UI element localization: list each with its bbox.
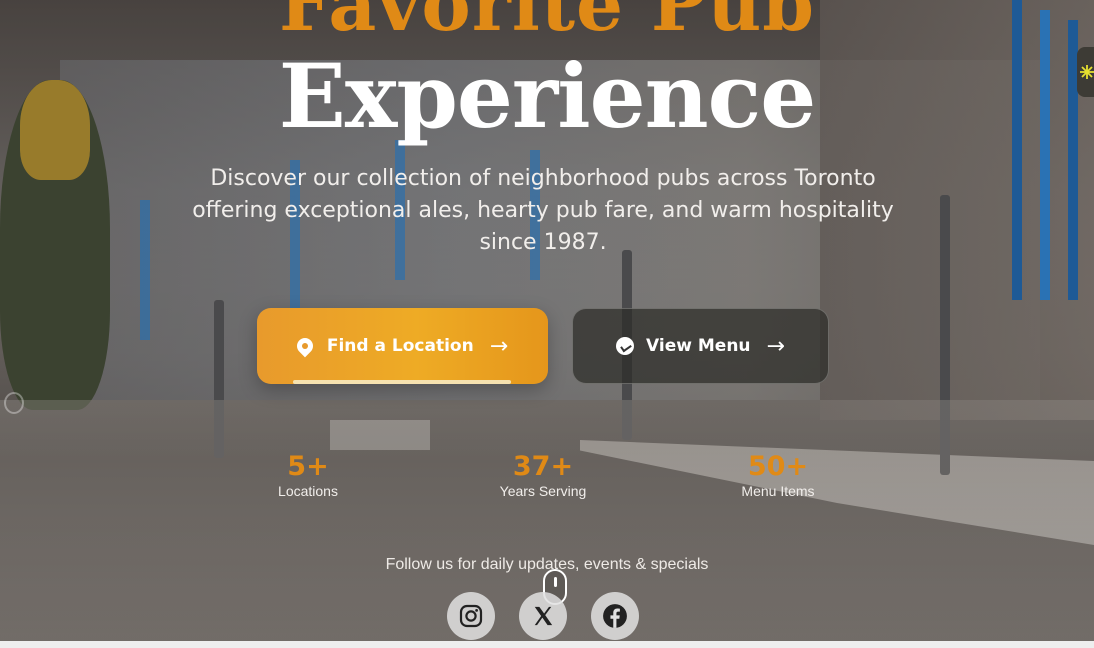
facebook-link[interactable] (591, 592, 639, 640)
hero-title-line2: Experience (278, 44, 816, 148)
stat-locations: 5+ Locations (233, 451, 383, 500)
hero-title-line1: Favorite Pub (278, 0, 816, 48)
stat-label: Years Serving (499, 483, 587, 499)
facebook-icon (603, 604, 627, 628)
x-link[interactable] (519, 592, 567, 640)
stat-years-serving: 37+ Years Serving (468, 451, 618, 500)
button-underline (293, 380, 511, 384)
x-icon (534, 606, 553, 626)
sparkle-icon (1080, 65, 1094, 79)
swirl-icon (4, 392, 24, 414)
stat-menu-items: 50+ Menu Items (703, 451, 853, 500)
stat-value: 37+ (512, 451, 574, 482)
stat-label: Locations (278, 483, 338, 499)
location-pin-icon (293, 334, 317, 358)
instagram-link[interactable] (447, 592, 495, 640)
view-menu-label: View Menu (646, 336, 751, 356)
hero-section: Favorite Pub Experience Discover our col… (0, 0, 1094, 641)
stat-value: 50+ (747, 451, 809, 482)
side-tab[interactable] (1077, 47, 1094, 97)
page-bottom-strip (0, 641, 1094, 648)
arrow-right-icon: → (489, 333, 509, 359)
find-location-label: Find a Location (326, 336, 474, 356)
menu-icon (616, 337, 635, 355)
hero-subtitle: Discover our collection of neighborhood … (192, 166, 894, 255)
instagram-icon (459, 604, 483, 628)
find-location-button[interactable]: Find a Location → (257, 308, 548, 384)
arrow-right-icon: → (766, 333, 785, 359)
stat-value: 5+ (287, 451, 329, 482)
view-menu-button[interactable]: View Menu → (572, 308, 829, 384)
stat-label: Menu Items (741, 483, 815, 499)
